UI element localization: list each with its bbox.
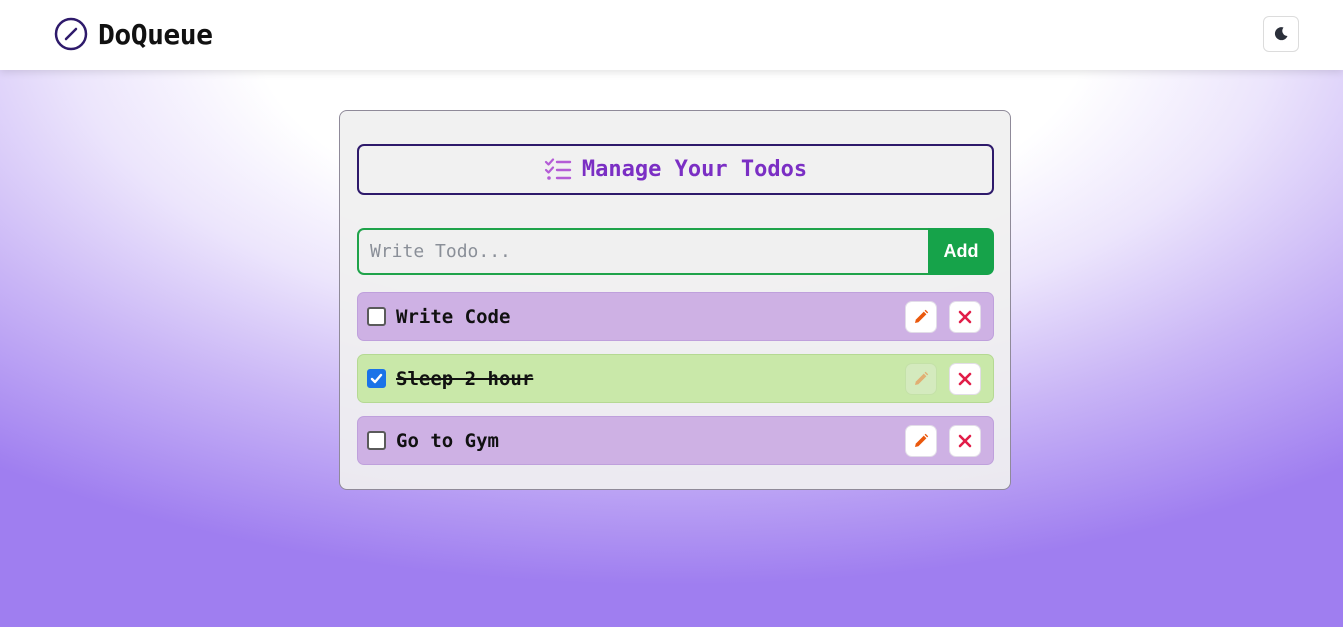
todo-card: Manage Your Todos Add Write Code Sleep 2 <box>339 110 1011 490</box>
delete-button[interactable] <box>949 424 981 457</box>
close-icon <box>958 434 972 447</box>
todo-input[interactable] <box>357 228 928 275</box>
todo-heading: Manage Your Todos <box>357 144 994 195</box>
todo-text: Go to Gym <box>396 429 499 452</box>
todo-text: Sleep 2 hour <box>396 367 534 390</box>
page-title: Manage Your Todos <box>581 157 808 182</box>
moon-icon <box>1274 27 1288 41</box>
todo-checkbox[interactable] <box>367 431 386 450</box>
pencil-icon <box>915 371 929 385</box>
edit-button[interactable] <box>905 300 937 333</box>
todo-item: Write Code <box>357 292 994 341</box>
brand-name: DoQueue <box>98 17 213 51</box>
brand-logo-icon <box>54 17 88 51</box>
close-icon <box>958 310 972 323</box>
add-button[interactable]: Add <box>928 228 994 275</box>
todo-checkbox[interactable] <box>367 307 386 326</box>
edit-button[interactable] <box>905 424 937 457</box>
brand[interactable]: DoQueue <box>54 17 213 51</box>
delete-button[interactable] <box>949 362 981 395</box>
checkmark-icon <box>370 373 383 384</box>
pencil-icon <box>915 433 929 447</box>
delete-button[interactable] <box>949 300 981 333</box>
navbar: DoQueue <box>0 0 1343 70</box>
theme-toggle-button[interactable] <box>1263 16 1299 52</box>
todo-checkbox[interactable] <box>367 369 386 388</box>
todo-text: Write Code <box>396 305 511 328</box>
close-icon <box>958 372 972 385</box>
todo-item: Sleep 2 hour <box>357 354 994 403</box>
edit-button[interactable] <box>905 362 937 395</box>
pencil-icon <box>915 309 929 323</box>
checklist-icon <box>544 157 572 180</box>
todo-item: Go to Gym <box>357 416 994 465</box>
add-todo-form: Add <box>357 228 994 275</box>
